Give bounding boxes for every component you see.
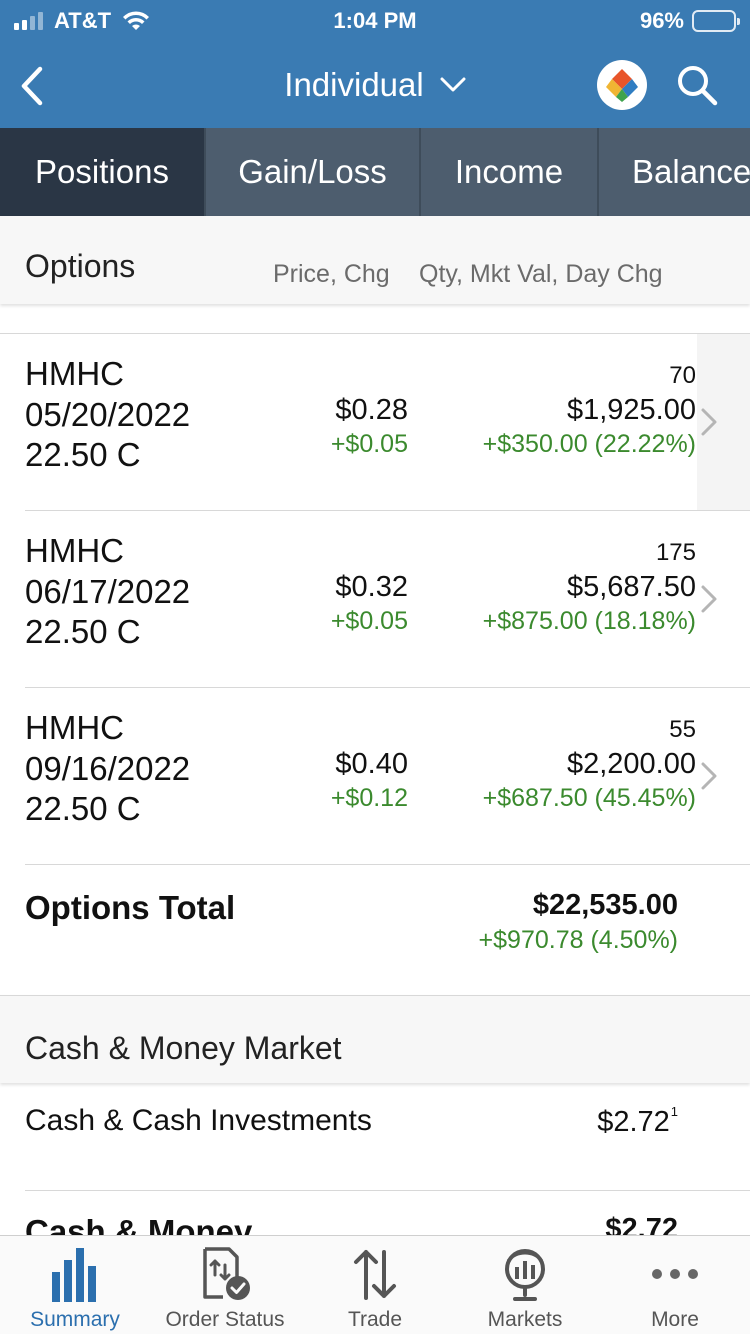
trade-arrows-icon	[345, 1244, 405, 1304]
position-row[interactable]: HMHC 05/20/2022 22.50 C $0.28 +$0.05 70 …	[0, 334, 750, 510]
tabbar-trade[interactable]: Trade	[300, 1236, 450, 1334]
account-name: Individual	[284, 66, 424, 103]
total-value: $22,535.00	[532, 889, 678, 921]
day-change: +$875.00 (18.18%)	[482, 607, 696, 635]
chevron-down-icon	[440, 77, 466, 92]
cash-total-row: Cash & Money $2.72	[0, 1191, 750, 1235]
price-change: +$0.05	[330, 607, 408, 635]
bar-chart-icon	[45, 1244, 105, 1304]
total-label: Options Total	[25, 889, 236, 926]
globe-chart-icon	[495, 1244, 555, 1304]
total-change: +$970.78 (4.50%)	[478, 926, 678, 954]
market-value: $5,687.50	[566, 571, 696, 603]
more-dots-icon	[645, 1244, 705, 1304]
bottom-tab-bar: Summary Order Status Trade Markets More	[0, 1235, 750, 1334]
column-header-qty: Qty, Mkt Val, Day Chg	[419, 260, 663, 288]
tabbar-label: Summary	[30, 1308, 120, 1331]
chevron-right-icon	[701, 408, 717, 436]
symbol: HMHC	[25, 532, 124, 569]
cash-row[interactable]: Cash & Cash Investments $2.721	[0, 1084, 750, 1190]
brand-logo-button[interactable]	[597, 60, 647, 110]
back-button[interactable]	[14, 64, 50, 108]
battery-icon	[692, 10, 740, 32]
symbol: HMHC	[25, 709, 124, 746]
search-icon	[678, 66, 718, 106]
position-description: HMHC 05/20/2022 22.50 C	[25, 354, 190, 476]
tabbar-order-status[interactable]: Order Status	[150, 1236, 300, 1334]
chevron-right-icon	[701, 585, 717, 613]
app-header: AT&T 1:04 PM 96% Individual	[0, 0, 750, 128]
cash-value: $2.72	[597, 1106, 670, 1138]
expiry-date: 06/17/2022	[25, 572, 191, 610]
position-description: HMHC 09/16/2022 22.50 C	[25, 708, 190, 830]
cash-section-header: Cash & Money Market	[0, 995, 750, 1083]
section-title: Cash & Money Market	[25, 1030, 342, 1066]
market-value: $2,200.00	[566, 748, 696, 780]
price: $0.28	[335, 394, 408, 426]
chevron-left-icon	[21, 66, 43, 106]
expiry-date: 09/16/2022	[25, 749, 191, 787]
section-title: Options	[25, 248, 136, 284]
price: $0.40	[335, 748, 408, 780]
quantity: 70	[669, 362, 696, 389]
position-description: HMHC 06/17/2022 22.50 C	[25, 531, 190, 653]
clock: 1:04 PM	[333, 8, 417, 33]
tabbar-summary[interactable]: Summary	[0, 1236, 150, 1334]
options-section-header: Options Price, Chg Qty, Mkt Val, Day Chg	[0, 216, 750, 304]
day-change: +$687.50 (45.45%)	[482, 784, 696, 812]
strike: 22.50 C	[25, 613, 141, 650]
price-change: +$0.12	[330, 784, 408, 812]
day-change: +$350.00 (22.22%)	[482, 430, 696, 458]
tab-positions[interactable]: Positions	[0, 128, 206, 216]
section-tabs: Positions Gain/Loss Income Balance	[0, 128, 750, 216]
tabbar-markets[interactable]: Markets	[450, 1236, 600, 1334]
cash-value-group: $2.721	[597, 1104, 678, 1139]
position-row[interactable]: HMHC 06/17/2022 22.50 C $0.32 +$0.05 175…	[0, 511, 750, 687]
cash-total-label: Cash & Money	[25, 1213, 253, 1235]
tab-income[interactable]: Income	[421, 128, 599, 216]
chevron-right-icon	[701, 762, 717, 790]
options-total-row: Options Total $22,535.00 +$970.78 (4.50%…	[0, 865, 750, 995]
tab-balance[interactable]: Balance	[599, 128, 750, 216]
cash-label: Cash & Cash Investments	[25, 1104, 372, 1137]
tab-gain-loss[interactable]: Gain/Loss	[206, 128, 421, 216]
cash-total-value: $2.72	[605, 1213, 678, 1235]
tabbar-label: More	[651, 1308, 699, 1331]
account-selector[interactable]: Individual	[260, 62, 490, 108]
quantity: 175	[655, 539, 696, 566]
price-change: +$0.05	[330, 430, 408, 458]
column-header-price: Price, Chg	[273, 260, 390, 288]
expiry-date: 05/20/2022	[25, 395, 191, 433]
tabbar-label: Order Status	[165, 1308, 285, 1331]
strike: 22.50 C	[25, 436, 141, 473]
position-row[interactable]: HMHC 09/16/2022 22.50 C $0.40 +$0.12 55 …	[0, 688, 750, 864]
nav-bar: Individual	[0, 44, 750, 128]
footnote-marker[interactable]: 1	[671, 1104, 678, 1119]
tabbar-more[interactable]: More	[600, 1236, 750, 1334]
order-status-icon	[195, 1244, 255, 1304]
tabbar-label: Trade	[347, 1308, 403, 1331]
symbol: HMHC	[25, 355, 124, 392]
brand-logo-icon	[606, 69, 638, 102]
search-button[interactable]	[672, 60, 722, 110]
market-value: $1,925.00	[566, 394, 696, 426]
tabbar-label: Markets	[487, 1308, 563, 1331]
price: $0.32	[335, 571, 408, 603]
status-bar: AT&T 1:04 PM 96%	[0, 0, 750, 44]
battery-group: 96%	[639, 8, 740, 34]
strike: 22.50 C	[25, 790, 141, 827]
quantity: 55	[669, 716, 696, 743]
battery-percent: 96%	[639, 8, 684, 33]
